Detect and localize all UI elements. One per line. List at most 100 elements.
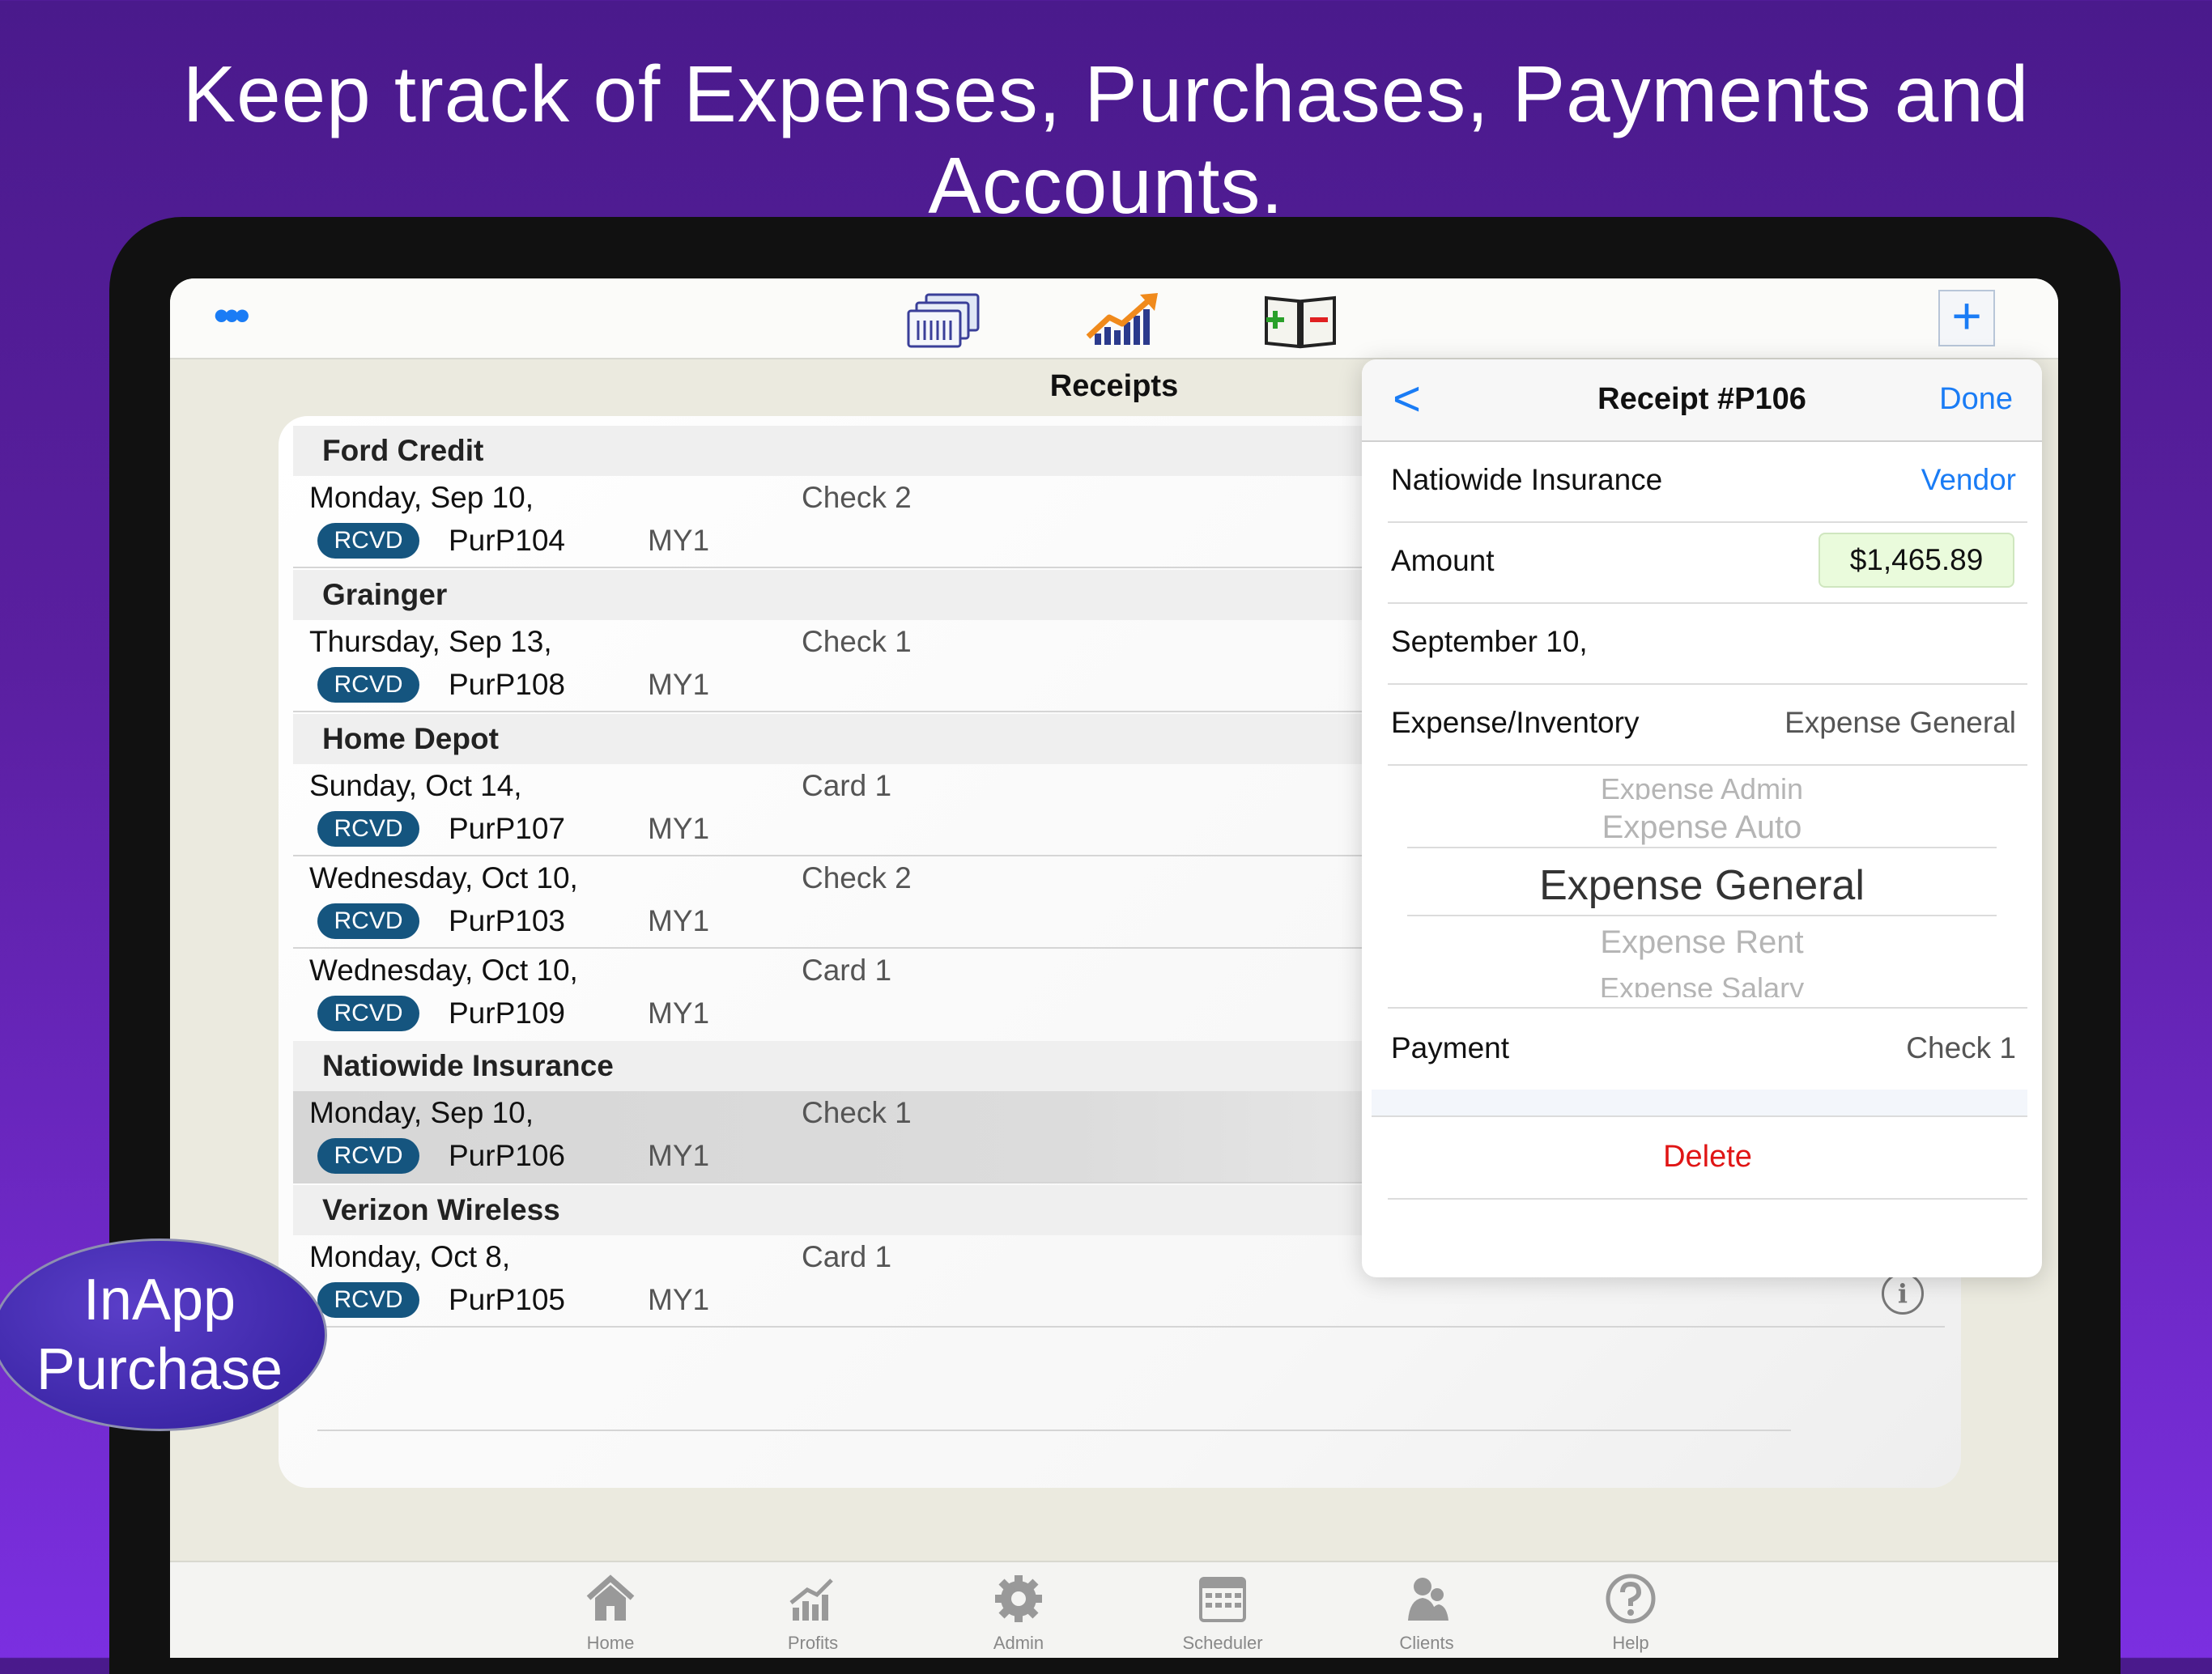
spacer-row	[1372, 1090, 2027, 1117]
inapp-line1: InApp	[83, 1268, 236, 1332]
table-row[interactable]: Thursday, Sep 13, Check 1 RCVD PurP108 M…	[293, 620, 1402, 712]
app-screen: ••• + Receipts Ford Credit Monday, Sep 1…	[170, 278, 2058, 1658]
tab-scheduler[interactable]: Scheduler	[1166, 1570, 1279, 1654]
status-badge: RCVD	[317, 667, 419, 703]
status-badge: RCVD	[317, 1282, 419, 1318]
info-icon[interactable]: i	[1882, 1272, 1924, 1315]
tab-label: Clients	[1399, 1633, 1454, 1653]
inapp-line2: Purchase	[36, 1337, 283, 1402]
top-navbar: ••• +	[170, 278, 2058, 359]
vendor-row[interactable]: Natiowide Insurance Vendor	[1388, 440, 2027, 523]
row-tag: MY1	[648, 1283, 710, 1316]
profits-chart-icon[interactable]	[1085, 290, 1163, 350]
group-header: Verizon Wireless	[293, 1185, 1402, 1235]
picker-option[interactable]: Expense Admin	[1362, 772, 2042, 800]
row-id: PurP107	[449, 812, 565, 845]
date-row[interactable]: September 10,	[1388, 602, 2027, 685]
amount-field[interactable]: $1,465.89	[1819, 533, 2014, 588]
tab-label: Help	[1612, 1633, 1649, 1653]
ledger-book-icon[interactable]	[1261, 290, 1339, 350]
profits-icon	[789, 1578, 833, 1621]
row-date: Wednesday, Oct 10,	[309, 954, 578, 987]
help-icon	[1606, 1574, 1656, 1624]
payment-row[interactable]: Payment Check 1	[1388, 1007, 2027, 1091]
group-header: Grainger	[293, 570, 1402, 620]
vendor-button[interactable]: Vendor	[1921, 463, 2016, 497]
more-menu-button[interactable]: •••	[214, 294, 250, 338]
row-tag: MY1	[648, 904, 710, 937]
row-tag: MY1	[648, 668, 710, 701]
divider	[317, 1430, 1791, 1431]
row-id: PurP108	[449, 668, 565, 701]
row-date: Thursday, Sep 13,	[309, 625, 552, 658]
table-row-selected[interactable]: Monday, Sep 10, Check 1 RCVD PurP106 MY1	[293, 1091, 1402, 1183]
tab-help[interactable]: Help	[1574, 1570, 1687, 1654]
picker-option[interactable]: Expense Auto	[1362, 809, 2042, 846]
picker-option[interactable]: Expense Rent	[1362, 924, 2042, 961]
payment-label: Payment	[1391, 1031, 1510, 1064]
receipts-icon[interactable]	[905, 290, 983, 350]
tab-label: Profits	[787, 1633, 839, 1653]
row-tag: MY1	[648, 1139, 710, 1172]
row-tag: MY1	[648, 996, 710, 1030]
group-header: Home Depot	[293, 714, 1402, 764]
row-date: Sunday, Oct 14,	[309, 769, 522, 802]
expense-picker[interactable]: Expense Admin Expense Auto Expense Gener…	[1362, 764, 2042, 1007]
table-row[interactable]: Wednesday, Oct 10, Card 1 RCVD PurP109 M…	[293, 949, 1402, 1041]
tab-profits[interactable]: Profits	[756, 1570, 870, 1654]
row-payment: Check 1	[802, 1096, 912, 1129]
expense-value: Expense General	[1784, 706, 2016, 739]
status-badge: RCVD	[317, 523, 419, 559]
row-payment: Check 1	[802, 625, 912, 658]
status-badge: RCVD	[317, 903, 419, 939]
picker-option-selected[interactable]: Expense General	[1362, 861, 2042, 910]
status-badge: RCVD	[317, 1138, 419, 1174]
table-row[interactable]: Wednesday, Oct 10, Check 2 RCVD PurP103 …	[293, 856, 1402, 949]
inapp-purchase-badge: InApp Purchase	[0, 1239, 327, 1431]
row-tag: MY1	[648, 812, 710, 845]
row-date: Monday, Sep 10,	[309, 1096, 534, 1129]
add-receipt-button[interactable]: +	[1938, 290, 1995, 346]
row-id: PurP103	[449, 904, 565, 937]
row-payment: Card 1	[802, 769, 892, 802]
receipt-detail-popover: < Receipt #P106 Done Natiowide Insurance…	[1362, 359, 2042, 1277]
amount-row: Amount $1,465.89	[1388, 521, 2027, 604]
delete-button[interactable]: Delete	[1388, 1140, 2027, 1175]
tab-clients[interactable]: Clients	[1370, 1570, 1483, 1654]
row-payment: Card 1	[802, 954, 892, 987]
home-icon	[586, 1574, 635, 1621]
row-id: PurP105	[449, 1283, 565, 1316]
group-header: Ford Credit	[293, 426, 1402, 476]
picker-line	[1407, 847, 1997, 848]
tab-label: Admin	[993, 1633, 1044, 1653]
payment-value: Check 1	[1906, 1031, 2016, 1064]
picker-line	[1407, 915, 1997, 916]
amount-label: Amount	[1391, 544, 1495, 577]
row-id: PurP104	[449, 524, 565, 557]
row-date: Wednesday, Oct 10,	[309, 861, 578, 894]
tab-label: Home	[586, 1633, 635, 1653]
vendor-name: Natiowide Insurance	[1391, 463, 1663, 496]
status-badge: RCVD	[317, 811, 419, 847]
calendar-icon	[1199, 1577, 1246, 1622]
clients-icon	[1408, 1578, 1448, 1621]
table-row[interactable]: Sunday, Oct 14, Card 1 RCVD PurP107 MY1	[293, 764, 1402, 856]
group-header: Natiowide Insurance	[293, 1041, 1402, 1091]
tab-admin[interactable]: Admin	[962, 1570, 1075, 1654]
expense-label: Expense/Inventory	[1391, 706, 1640, 739]
table-row[interactable]: Monday, Sep 10, Check 2 RCVD PurP104 MY1	[293, 476, 1402, 568]
delete-row[interactable]: Delete	[1388, 1117, 2027, 1200]
row-payment: Check 2	[802, 861, 912, 894]
tab-home[interactable]: Home	[554, 1570, 667, 1654]
headline: Keep track of Expenses, Purchases, Payme…	[182, 49, 2030, 230]
done-button[interactable]: Done	[1939, 382, 2013, 417]
row-date: Monday, Sep 10,	[309, 481, 534, 514]
tab-label: Scheduler	[1182, 1633, 1263, 1653]
picker-option[interactable]: Expense Salary	[1362, 971, 2042, 997]
expense-row[interactable]: Expense/Inventory Expense General	[1388, 683, 2027, 766]
row-id: PurP106	[449, 1139, 565, 1172]
row-date: Monday, Oct 8,	[309, 1240, 511, 1273]
popover-header: < Receipt #P106 Done	[1362, 359, 2042, 442]
row-payment: Check 2	[802, 481, 912, 514]
row-tag: MY1	[648, 524, 710, 557]
